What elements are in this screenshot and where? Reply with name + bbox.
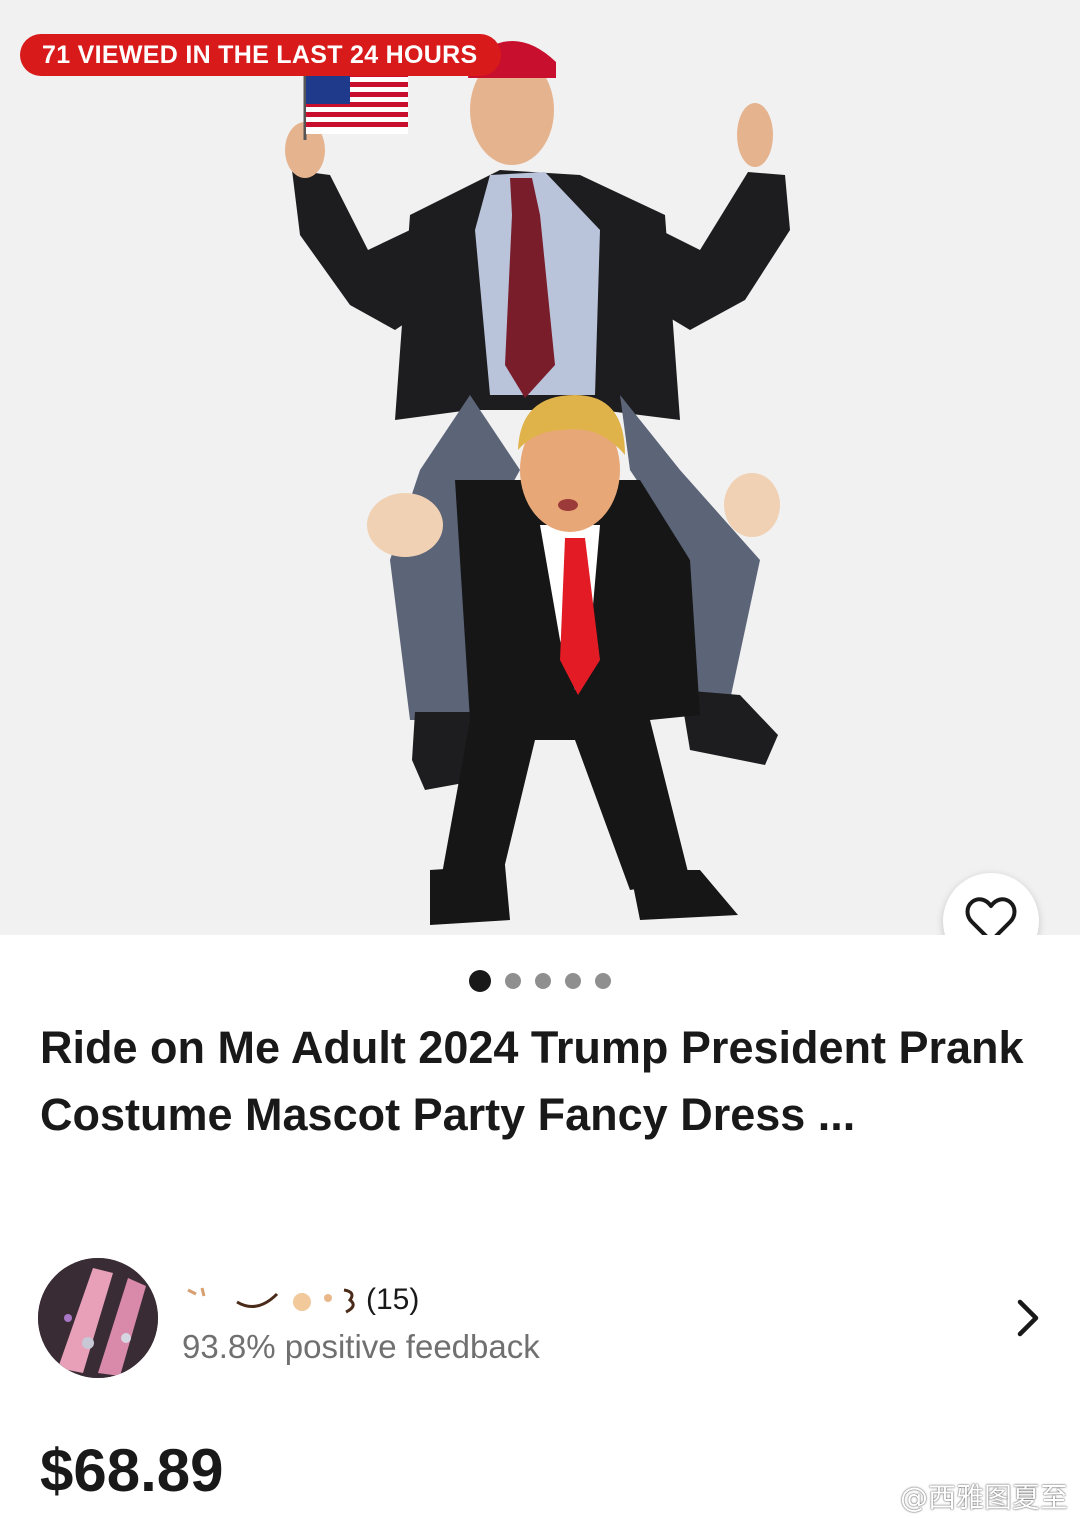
views-badge: 71 VIEWED IN THE LAST 24 HOURS: [20, 34, 502, 76]
seller-name-handwriting: [187, 1287, 355, 1314]
weibo-watermark-text: @西雅图夏至: [899, 1481, 1068, 1514]
heart-outline-icon: [965, 897, 1017, 935]
image-pager: [0, 970, 1080, 992]
product-photo: [285, 41, 790, 925]
watermark: @西雅图夏至: [900, 1476, 1068, 1516]
pager-dot[interactable]: [505, 973, 521, 989]
seller-card[interactable]: (15) 93.8% positive feedback: [38, 1258, 1048, 1378]
seller-name-row: (15): [182, 1280, 419, 1320]
chevron-right-icon[interactable]: [1008, 1296, 1048, 1340]
listing-title: Ride on Me Adult 2024 Trump President Pr…: [40, 1022, 1024, 1140]
pager-dot[interactable]: [595, 973, 611, 989]
seller-avatar: [38, 1258, 158, 1378]
pager-dot[interactable]: [535, 973, 551, 989]
product-image-carousel[interactable]: 71 VIEWED IN THE LAST 24 HOURS: [0, 0, 1080, 935]
pager-dot[interactable]: [565, 973, 581, 989]
seller-feedback-count: (15): [366, 1283, 420, 1316]
seller-positive-feedback: 93.8% positive feedback: [182, 1328, 540, 1365]
listing-price: $68.89: [40, 1437, 224, 1504]
pager-dot[interactable]: [469, 970, 491, 992]
